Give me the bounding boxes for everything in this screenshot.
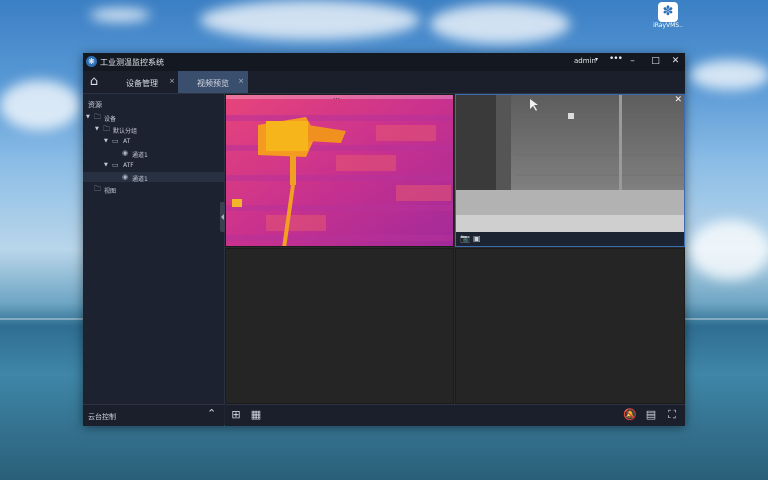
tree-item-channel-selected[interactable]: ◉ 通道1 — [83, 172, 224, 183]
video-cell-thermal[interactable]: … — [225, 94, 454, 247]
resource-sidebar: 资源 ▼ 🗀 设备 ▼ 🗀 默认分组 ▼ ▭ AT ◉ 通道1 ▼ ▭ ATF … — [83, 94, 225, 404]
tab-label: 设备管理 — [126, 79, 158, 88]
ptz-label: 云台控制 — [88, 413, 116, 421]
video-cell-empty[interactable] — [225, 248, 454, 404]
maximize-button[interactable]: □ — [649, 55, 662, 68]
tab-close-icon[interactable]: × — [238, 77, 244, 85]
tree-label: 默认分组 — [113, 128, 138, 135]
tab-device-management[interactable]: 设备管理 × — [105, 71, 179, 93]
tab-video-preview[interactable]: 视频预览 × — [178, 71, 248, 93]
close-button[interactable]: ✕ — [669, 55, 682, 68]
close-icon[interactable]: ✕ — [674, 95, 682, 105]
ptz-control-bar[interactable]: 云台控制 ⌃ — [83, 404, 224, 426]
tab-bar: ⌂ 设备管理 × 视频预览 × — [83, 71, 685, 94]
app-shortcut-icon: ✽ — [658, 2, 678, 22]
cloud — [690, 220, 768, 280]
folder-icon: 🗀 — [94, 113, 101, 121]
tree-label: 通道1 — [132, 152, 148, 159]
app-title: 工业测温监控系统 — [100, 58, 164, 67]
tree-label: 设备 — [104, 116, 117, 123]
tree-label: 通道1 — [132, 176, 148, 183]
visible-image — [456, 95, 684, 246]
video-osd-text: … — [333, 94, 341, 101]
expand-arrow-icon[interactable]: ▼ — [104, 162, 108, 168]
thermal-image — [226, 95, 453, 246]
cloud — [0, 80, 80, 130]
home-icon[interactable]: ⌂ — [86, 74, 102, 90]
app-window: ❋ 工业测温监控系统 admin ▾ ••• – □ ✕ ⌂ 设备管理 × 视频… — [83, 53, 685, 426]
title-bar: ❋ 工业测温监控系统 admin ▾ ••• – □ ✕ — [83, 53, 685, 71]
camera-icon: ▭ — [112, 137, 119, 145]
channel-icon: ◉ — [122, 149, 129, 157]
desktop-icon-label: iRayVMS.. — [653, 22, 683, 29]
record-icon[interactable]: ▣ — [473, 234, 481, 243]
cloud — [430, 4, 570, 44]
cell-toolbar: 📷 ▣ — [456, 232, 684, 246]
video-grid: … … ✕ 📷 ▣ — [225, 94, 685, 404]
tree-item-device-at[interactable]: ▼ ▭ AT — [83, 136, 224, 146]
minimize-button[interactable]: – — [626, 55, 639, 68]
tree-item-devices[interactable]: ▼ 🗀 设备 — [83, 112, 224, 123]
user-menu[interactable]: admin — [574, 57, 596, 65]
cloud — [690, 60, 768, 90]
cloud — [200, 0, 420, 40]
alarm-off-icon[interactable]: 🔕 — [623, 408, 637, 422]
chevron-up-icon[interactable]: ⌃ — [207, 407, 216, 420]
tree-label: 视图 — [104, 188, 117, 195]
tree-item-channel[interactable]: ◉ 通道1 — [83, 148, 224, 159]
app-logo-icon: ❋ — [86, 56, 97, 67]
tree-label: ATF — [123, 162, 134, 169]
video-osd-text: … — [552, 95, 557, 101]
tree-item-views[interactable]: 🗀 视图 — [83, 184, 224, 195]
expand-arrow-icon[interactable]: ▼ — [86, 114, 90, 120]
layout-icon[interactable]: ⊞ — [229, 408, 243, 422]
grid-settings-icon[interactable]: ▤ — [644, 408, 658, 422]
video-cell-visible[interactable]: … ✕ 📷 ▣ — [455, 94, 685, 247]
tree-item-device-atf[interactable]: ▼ ▭ ATF — [83, 160, 224, 170]
tab-close-icon[interactable]: × — [169, 77, 175, 85]
sidebar-title: 资源 — [88, 101, 102, 109]
expand-arrow-icon[interactable]: ▼ — [104, 138, 108, 144]
desktop-app-icon[interactable]: ✽ iRayVMS.. — [648, 2, 688, 34]
layout-add-icon[interactable]: ▦ — [249, 408, 263, 422]
tree-label: AT — [123, 138, 131, 145]
video-cell-empty[interactable] — [455, 248, 685, 404]
snapshot-icon[interactable]: 📷 — [460, 234, 470, 243]
fullscreen-icon[interactable]: ⛶ — [665, 408, 679, 422]
more-icon[interactable]: ••• — [609, 54, 623, 64]
channel-icon: ◉ — [122, 173, 129, 181]
caret-down-icon[interactable]: ▾ — [595, 56, 598, 63]
camera-icon: ▭ — [112, 161, 119, 169]
expand-arrow-icon[interactable]: ▼ — [95, 126, 99, 132]
folder-icon: 🗀 — [94, 185, 101, 193]
bottom-toolbar: ⊞ ▦ 🔕 ▤ ⛶ — [225, 404, 685, 426]
tree-item-default-group[interactable]: ▼ 🗀 默认分组 — [83, 124, 224, 135]
folder-icon: 🗀 — [103, 125, 110, 133]
cloud — [90, 8, 150, 22]
